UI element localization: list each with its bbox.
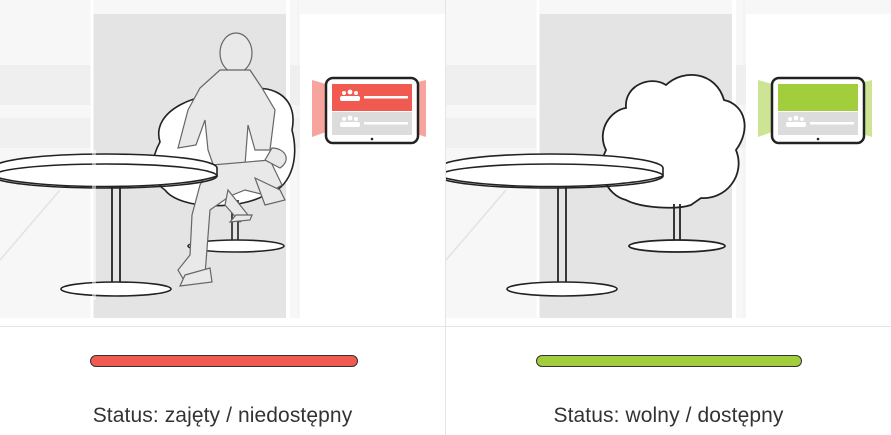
room-booking-device-available: [758, 76, 872, 145]
occupied-scene-illustration: [0, 0, 445, 318]
panel-occupied: Status: zajęty / niedostępny: [0, 0, 445, 435]
status-label-available: Status: wolny / dostępny: [553, 404, 784, 427]
status-indicator-bar-available: [536, 355, 802, 367]
room-booking-device-occupied: [312, 76, 426, 145]
status-label-occupied: Status: zajęty / niedostępny: [92, 404, 353, 427]
status-indicator-bar-occupied: [90, 355, 358, 367]
panel-divider-horizontal: [0, 326, 891, 327]
available-scene-illustration: [446, 0, 891, 318]
panel-divider-vertical: [445, 0, 446, 435]
panel-available: Status: wolny / dostępny: [446, 0, 891, 435]
